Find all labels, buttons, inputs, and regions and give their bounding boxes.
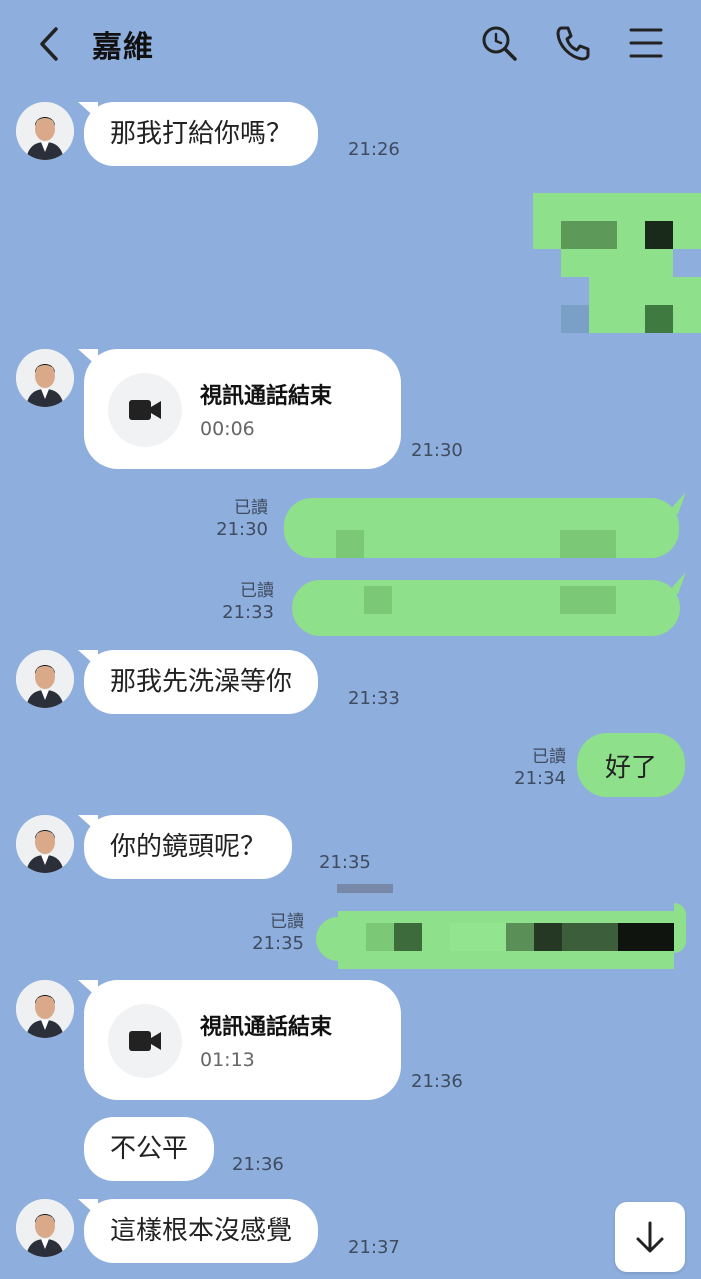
chat-title: 嘉維 bbox=[92, 30, 154, 65]
call-title: 視訊通話結束 bbox=[200, 1015, 333, 1040]
sent-message-bubble[interactable]: 好了 bbox=[577, 733, 685, 797]
read-receipt: 已讀 21:35 bbox=[236, 911, 304, 955]
message-text: 那我先洗澡等你 bbox=[110, 667, 293, 697]
message-bubble[interactable]: 那我先洗澡等你 bbox=[84, 650, 319, 714]
read-label: 已讀 bbox=[270, 912, 304, 932]
read-label: 已讀 bbox=[234, 498, 268, 518]
read-label: 已讀 bbox=[240, 581, 274, 601]
message-bubble[interactable]: 這樣根本沒感覺 bbox=[84, 1199, 319, 1263]
message-time: 21:33 bbox=[222, 602, 274, 623]
video-call-bubble[interactable]: 視訊通話結束 01:13 bbox=[84, 980, 401, 1100]
read-receipt: 已讀 21:30 bbox=[200, 497, 268, 541]
message-bubble[interactable]: 那我打給你嗎？ bbox=[84, 102, 319, 166]
avatar[interactable] bbox=[16, 815, 74, 873]
avatar[interactable] bbox=[16, 349, 74, 407]
message-time: 21:36 bbox=[232, 1154, 284, 1175]
message-text: 好了 bbox=[604, 752, 657, 783]
message-bubble[interactable]: 不公平 bbox=[84, 1117, 215, 1181]
call-title: 視訊通話結束 bbox=[200, 384, 333, 409]
avatar[interactable] bbox=[16, 102, 74, 160]
message-time: 21:33 bbox=[348, 688, 400, 709]
call-duration: 00:06 bbox=[200, 418, 255, 440]
message-text: 你的鏡頭呢？ bbox=[110, 832, 267, 862]
censored-sent-message bbox=[533, 193, 701, 333]
scroll-to-bottom-button[interactable] bbox=[615, 1202, 685, 1272]
video-camera-icon bbox=[108, 1004, 182, 1078]
message-time: 21:36 bbox=[411, 1071, 463, 1092]
read-label: 已讀 bbox=[532, 747, 566, 767]
search-icon[interactable] bbox=[480, 24, 518, 62]
menu-icon[interactable] bbox=[628, 26, 664, 60]
message-time: 21:26 bbox=[348, 139, 400, 160]
message-text: 不公平 bbox=[110, 1134, 189, 1164]
message-time: 21:34 bbox=[514, 768, 566, 789]
message-text: 那我打給你嗎？ bbox=[110, 119, 293, 149]
arrow-down-icon bbox=[636, 1221, 664, 1253]
censored-sent-message bbox=[284, 572, 686, 636]
censored-fragment bbox=[337, 884, 393, 893]
read-receipt: 已讀 21:34 bbox=[498, 746, 566, 790]
message-text: 這樣根本沒感覺 bbox=[110, 1216, 293, 1246]
message-time: 21:30 bbox=[411, 440, 463, 461]
censored-sent-message bbox=[276, 492, 686, 558]
message-time: 21:35 bbox=[252, 933, 304, 954]
avatar[interactable] bbox=[16, 650, 74, 708]
chevron-left-icon[interactable] bbox=[36, 26, 64, 62]
video-call-bubble[interactable]: 視訊通話結束 00:06 bbox=[84, 349, 401, 469]
message-bubble[interactable]: 你的鏡頭呢？ bbox=[84, 815, 293, 879]
message-time: 21:30 bbox=[216, 519, 268, 540]
read-receipt: 已讀 21:33 bbox=[206, 580, 274, 624]
message-time: 21:37 bbox=[348, 1237, 400, 1258]
avatar[interactable] bbox=[16, 1199, 74, 1257]
message-time: 21:35 bbox=[319, 852, 371, 873]
video-camera-icon bbox=[108, 373, 182, 447]
censored-sent-message bbox=[310, 903, 686, 969]
phone-icon[interactable] bbox=[554, 24, 592, 62]
chat-header: 嘉維 bbox=[0, 0, 701, 88]
avatar[interactable] bbox=[16, 980, 74, 1038]
call-duration: 01:13 bbox=[200, 1049, 255, 1071]
